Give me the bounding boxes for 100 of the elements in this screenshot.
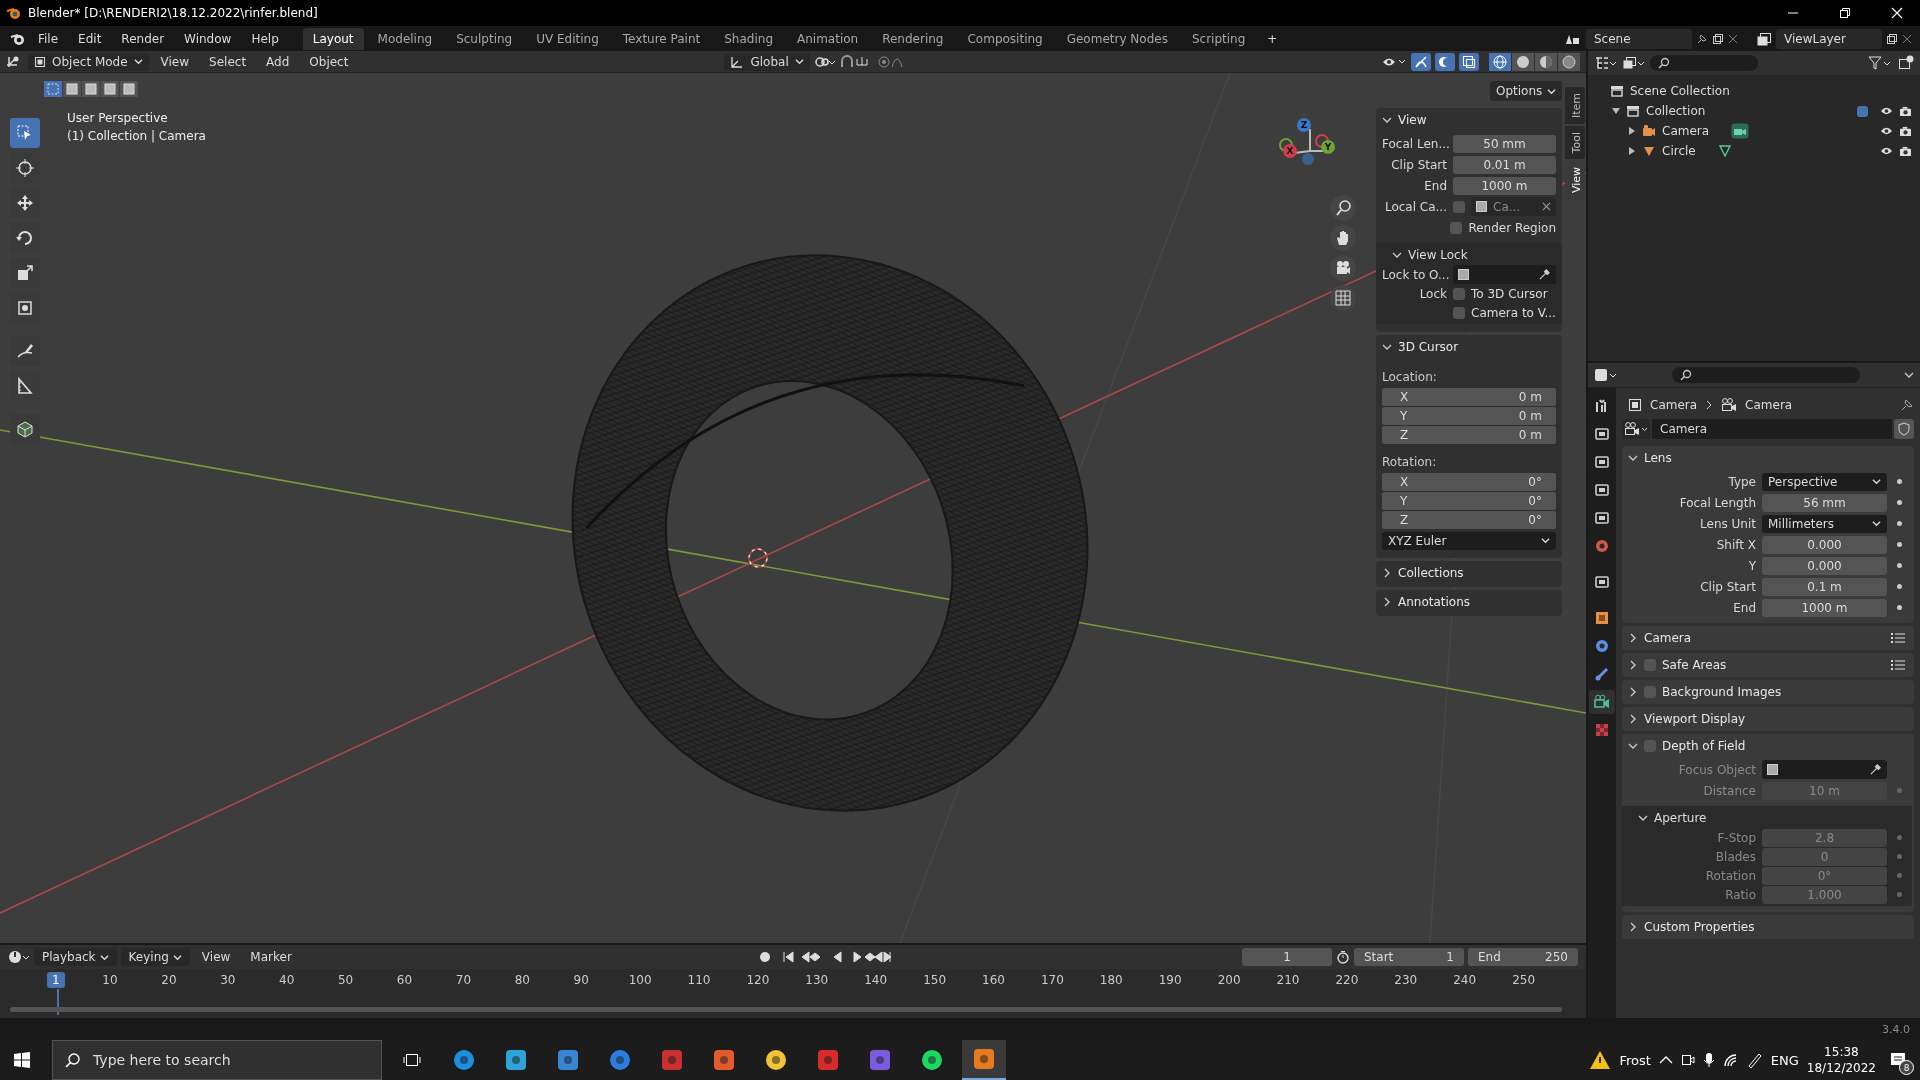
sidebar-tab[interactable]: Tool (1565, 126, 1585, 160)
frame-number: 80 (514, 973, 530, 987)
frame-number: 210 (1276, 973, 1300, 987)
vector-field[interactable]: X 0 m (1382, 388, 1556, 406)
scene-selector[interactable]: Scene (1586, 28, 1692, 49)
menu-dropdown[interactable]: Keying (120, 948, 190, 966)
panel-header[interactable]: Collections (1382, 563, 1556, 583)
number-field[interactable]: 1000 m (1453, 176, 1556, 195)
checkbox-label[interactable]: Camera to V... (1471, 305, 1556, 320)
vector-field[interactable]: Y 0° (1382, 492, 1556, 510)
outliner-item[interactable]: Collection (1646, 104, 1706, 118)
workspace-tab[interactable]: Rendering (872, 27, 954, 50)
number-field[interactable]: 0.000 (1762, 535, 1887, 554)
menu-item[interactable]: Add (258, 52, 298, 71)
field-label: F-Stop (1716, 830, 1756, 845)
dropdown[interactable]: Perspective (1762, 472, 1887, 491)
panel-title[interactable]: Safe Areas (1662, 658, 1727, 672)
menu-item[interactable]: Edit (70, 29, 110, 48)
subpanel-header[interactable]: Aperture (1628, 808, 1906, 828)
frame-number: 110 (687, 973, 711, 987)
notifications-button[interactable]: 8 (1884, 1045, 1914, 1075)
field-label: Focus Object (1677, 762, 1756, 777)
datablock-name-field[interactable]: Camera (1652, 419, 1892, 439)
workspace-tab[interactable]: Animation (787, 27, 869, 50)
view-layer-selector[interactable]: ViewLayer (1776, 28, 1882, 49)
vector-field[interactable]: Y 0 m (1382, 407, 1556, 425)
workspace-tab[interactable]: Modeling (367, 27, 443, 50)
panel-title[interactable]: Depth of Field (1662, 739, 1746, 753)
vector-field[interactable]: Z 0 m (1382, 426, 1556, 444)
number-field[interactable]: 0.000 (1762, 556, 1887, 575)
panel-title[interactable]: Background Images (1662, 685, 1782, 699)
language-indicator[interactable]: ENG (1770, 1052, 1799, 1068)
checkbox-label[interactable]: Render Region (1468, 220, 1556, 235)
vector-field[interactable]: Z 0° (1382, 511, 1556, 529)
frame-number: 170 (1040, 973, 1064, 987)
workspace-tab[interactable]: Texture Paint (612, 27, 711, 50)
workspace-tab[interactable]: Sculpting (446, 27, 523, 50)
workspace-tab[interactable]: Layout (302, 27, 364, 50)
orientation-dropdown[interactable]: Global (724, 52, 810, 71)
menu-item[interactable]: Render (113, 29, 173, 48)
menu-item[interactable]: Help (243, 29, 287, 48)
outliner-item[interactable]: Camera (1662, 124, 1710, 138)
field-label: Shift X (1715, 537, 1756, 552)
menu-item[interactable]: Select (201, 52, 255, 71)
outliner-item[interactable]: Circle (1662, 144, 1696, 158)
search-field[interactable]: Type here to search (52, 1040, 382, 1080)
dropdown[interactable]: XYZ Euler (1382, 531, 1556, 550)
start-frame-field[interactable]: Start 1 (1354, 948, 1464, 966)
frame-number: 40 (279, 973, 295, 987)
object-field[interactable]: Ca... (1471, 197, 1556, 216)
current-frame-field[interactable]: 1 (1242, 948, 1332, 966)
panel-title[interactable]: Lens (1644, 451, 1672, 465)
mode-dropdown[interactable]: Object Mode (28, 52, 149, 71)
frame-number: 220 (1335, 973, 1359, 987)
weather-label[interactable]: Frost (1619, 1052, 1651, 1068)
menu-item[interactable]: File (30, 29, 67, 48)
workspace-tab[interactable]: UV Editing (526, 27, 609, 50)
options-dropdown[interactable]: Options (1490, 81, 1563, 101)
workspace-tab[interactable]: Geometry Nodes (1056, 27, 1178, 50)
panel-title[interactable]: Viewport Display (1644, 712, 1746, 726)
menu-item[interactable]: View (193, 948, 239, 966)
frame-number: 30 (220, 973, 236, 987)
workspace-tab[interactable]: Compositing (957, 27, 1053, 50)
add-workspace-button[interactable]: + (1259, 29, 1286, 48)
field-label: Lens Unit (1699, 516, 1756, 531)
frame-number: 70 (455, 973, 472, 987)
panel-title[interactable]: Custom Properties (1644, 920, 1755, 934)
end-frame-field[interactable]: End 250 (1468, 948, 1578, 966)
subpanel-header[interactable]: View Lock (1382, 245, 1556, 265)
sidebar-tab[interactable]: View (1565, 161, 1585, 200)
vector-field[interactable]: X 0° (1382, 473, 1556, 491)
viewport-info-text: (1) Collection | Camera (67, 128, 206, 145)
clock[interactable]: 15:38 18/12/2022 (1806, 1044, 1876, 1076)
menu-dropdown[interactable]: Playback (34, 948, 117, 966)
number-field[interactable]: 0.1 m (1762, 577, 1887, 596)
menu-item[interactable]: Marker (242, 948, 300, 966)
number-field[interactable]: 1000 m (1762, 598, 1887, 617)
number-field[interactable]: 56 mm (1762, 493, 1887, 512)
frame-number: 230 (1394, 973, 1418, 987)
playhead[interactable]: 1 (47, 972, 65, 988)
workspace-tab[interactable]: Scripting (1181, 27, 1256, 50)
frame-number: 20 (161, 973, 177, 987)
menu-item[interactable]: Window (176, 29, 240, 48)
menu-item[interactable]: Object (301, 52, 357, 71)
sidebar-tab[interactable]: Item (1565, 87, 1585, 125)
panel-title[interactable]: Camera (1644, 631, 1692, 645)
workspace-tab[interactable]: Shading (714, 27, 783, 50)
field-label: Lock to O... (1382, 267, 1447, 282)
panel-header[interactable]: Annotations (1382, 592, 1556, 612)
menu-item[interactable]: View (152, 52, 198, 71)
panel-header[interactable]: 3D Cursor (1382, 337, 1556, 357)
panel-header[interactable]: View (1382, 110, 1556, 130)
dropdown[interactable]: Millimeters (1762, 514, 1887, 533)
frame-number: 250 (1512, 973, 1536, 987)
checkbox-label[interactable]: To 3D Cursor (1471, 286, 1548, 301)
frame-number: 10 (102, 973, 118, 987)
number-field[interactable]: 0.01 m (1453, 155, 1556, 174)
number-field[interactable]: 50 mm (1453, 134, 1556, 153)
field-label: Local Ca... (1383, 199, 1447, 214)
outliner-item[interactable]: Scene Collection (1630, 84, 1730, 98)
